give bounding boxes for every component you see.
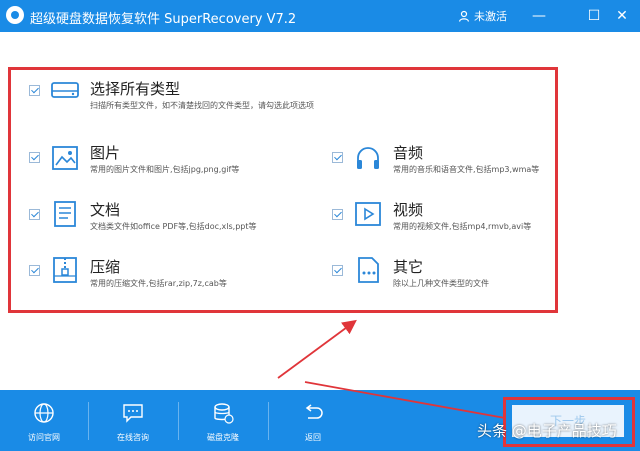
close-button[interactable]: ✕ [610,4,634,28]
watermark: 头条 @电子产品技巧 [477,422,617,440]
app-logo-icon [6,6,24,24]
chat-icon [123,404,143,423]
disk-clone-button[interactable]: 磁盘克隆 [179,390,267,451]
user-icon [458,10,470,22]
window-title: 超级硬盘数据恢复软件 SuperRecovery V7.2 [30,12,297,27]
user-status-label: 未激活 [474,10,507,23]
online-consult-button[interactable]: 在线咨询 [89,390,177,451]
back-label: 返回 [305,433,321,442]
user-status[interactable]: 未激活 [458,8,507,24]
back-button[interactable]: 返回 [269,390,357,451]
online-consult-label: 在线咨询 [117,433,149,442]
disk-clone-icon [214,403,234,424]
visit-website-button[interactable]: 访问官网 [0,390,88,451]
file-types-highlight [8,67,558,313]
title-bar: 超级硬盘数据恢复软件 SuperRecovery V7.2 未激活 — ☐ ✕ [0,0,640,32]
back-icon [305,404,323,419]
visit-website-label: 访问官网 [28,433,60,442]
globe-icon [34,403,54,423]
disk-clone-label: 磁盘克隆 [207,433,239,442]
maximize-button[interactable]: ☐ [582,4,606,28]
minimize-button[interactable]: — [527,4,551,28]
